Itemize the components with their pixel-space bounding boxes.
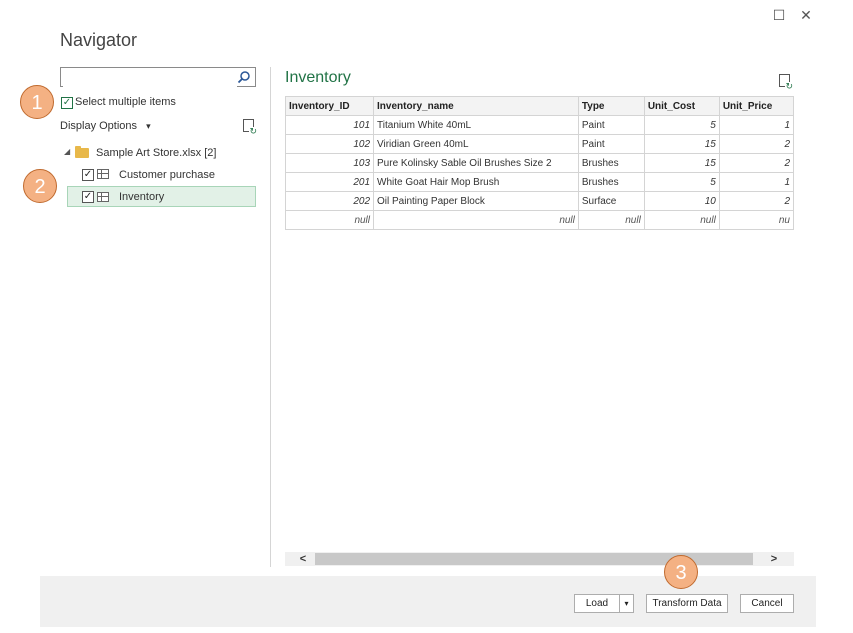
column-header[interactable]: Inventory_name <box>373 96 579 116</box>
chevron-down-icon: ▾ <box>146 121 151 131</box>
search-input[interactable] <box>63 69 237 87</box>
table-cell: 1 <box>718 115 794 135</box>
table-cell: 2 <box>718 191 794 211</box>
horizontal-scrollbar[interactable]: < > <box>285 552 794 566</box>
preview-title: Inventory <box>285 69 351 86</box>
table-cell: Viridian Green 40mL <box>373 134 579 154</box>
column-header[interactable]: Unit_Price <box>718 96 794 116</box>
table-cell: 201 <box>285 172 375 192</box>
display-options-label: Display Options <box>60 120 138 132</box>
column-header[interactable]: Unit_Cost <box>643 96 720 116</box>
search-box[interactable] <box>60 67 256 87</box>
table-cell: 5 <box>643 172 720 192</box>
scroll-left-icon[interactable]: < <box>296 552 310 566</box>
table-cell: Pure Kolinsky Sable Oil Brushes Size 2 <box>373 153 579 173</box>
table-cell: Oil Painting Paper Block <box>373 191 579 211</box>
table-cell: White Goat Hair Mop Brush <box>373 172 579 192</box>
tree-root-workbook[interactable]: Sample Art Store.xlsx [2] <box>96 147 216 159</box>
step-badge-3: 3 <box>664 555 698 589</box>
table-cell: null <box>577 210 645 230</box>
chevron-down-icon: ▾ <box>624 599 629 608</box>
table-icon <box>97 169 109 179</box>
table-row: 103 Pure Kolinsky Sable Oil Brushes Size… <box>285 153 794 173</box>
preview-table-viewport: Inventory_ID Inventory_name Type Unit_Co… <box>285 96 794 236</box>
display-options-dropdown[interactable]: Display Options ▾ <box>60 120 151 132</box>
table-cell: 202 <box>285 191 375 211</box>
table-cell: null <box>285 210 375 230</box>
table-row: 202 Oil Painting Paper Block Surface 10 … <box>285 191 794 211</box>
table-cell: Titanium White 40mL <box>373 115 579 135</box>
column-header[interactable]: Type <box>577 96 645 116</box>
refresh-document-icon[interactable] <box>243 119 257 136</box>
tree-item-inventory[interactable]: Inventory <box>119 191 164 203</box>
select-multiple-label: Select multiple items <box>75 96 176 108</box>
table-cell: 10 <box>643 191 720 211</box>
step-badge-1: 1 <box>20 85 54 119</box>
table-row: 101 Titanium White 40mL Paint 5 1 <box>285 115 794 135</box>
select-multiple-checkbox[interactable]: ✓ <box>61 97 73 109</box>
table-cell: Brushes <box>577 172 645 192</box>
preview-table: Inventory_ID Inventory_name Type Unit_Co… <box>285 96 794 230</box>
load-button[interactable]: Load <box>574 594 620 613</box>
table-header-row: Inventory_ID Inventory_name Type Unit_Co… <box>285 96 794 116</box>
table-cell: 102 <box>285 134 375 154</box>
load-dropdown-button[interactable]: ▾ <box>619 594 634 613</box>
table-cell: 2 <box>718 134 794 154</box>
table-cell: 1 <box>718 172 794 192</box>
table-cell: Brushes <box>577 153 645 173</box>
column-header[interactable]: Inventory_ID <box>285 96 375 116</box>
table-cell: Paint <box>577 134 645 154</box>
table-row: 102 Viridian Green 40mL Paint 15 2 <box>285 134 794 154</box>
dialog-title: Navigator <box>60 30 138 50</box>
pane-divider[interactable] <box>270 67 271 567</box>
transform-data-button[interactable]: Transform Data <box>646 594 728 613</box>
refresh-preview-icon[interactable] <box>779 74 793 91</box>
table-row: 201 White Goat Hair Mop Brush Brushes 5 … <box>285 172 794 192</box>
cancel-button[interactable]: Cancel <box>740 594 794 613</box>
table-cell: null <box>373 210 579 230</box>
table-cell: 5 <box>643 115 720 135</box>
table-cell: 15 <box>643 134 720 154</box>
table-cell: null <box>643 210 720 230</box>
collapse-arrow-icon[interactable]: ◢ <box>64 147 70 156</box>
table-row: null null null null nu <box>285 210 794 230</box>
close-button[interactable]: ✕ <box>797 6 815 24</box>
scroll-right-icon[interactable]: > <box>767 552 781 566</box>
table-cell: Paint <box>577 115 645 135</box>
table-cell: 103 <box>285 153 375 173</box>
table-icon <box>97 192 109 202</box>
table-cell: nu <box>718 210 794 230</box>
customer-purchase-checkbox[interactable]: ✓ <box>82 169 94 181</box>
search-icon[interactable] <box>237 70 251 84</box>
table-cell: Surface <box>577 191 645 211</box>
maximize-button[interactable]: ☐ <box>770 6 788 24</box>
folder-icon <box>75 146 89 158</box>
inventory-checkbox[interactable]: ✓ <box>82 191 94 203</box>
tree-item-customer-purchase[interactable]: Customer purchase <box>119 169 215 181</box>
table-cell: 15 <box>643 153 720 173</box>
step-badge-2: 2 <box>23 169 57 203</box>
table-cell: 2 <box>718 153 794 173</box>
table-cell: 101 <box>285 115 375 135</box>
